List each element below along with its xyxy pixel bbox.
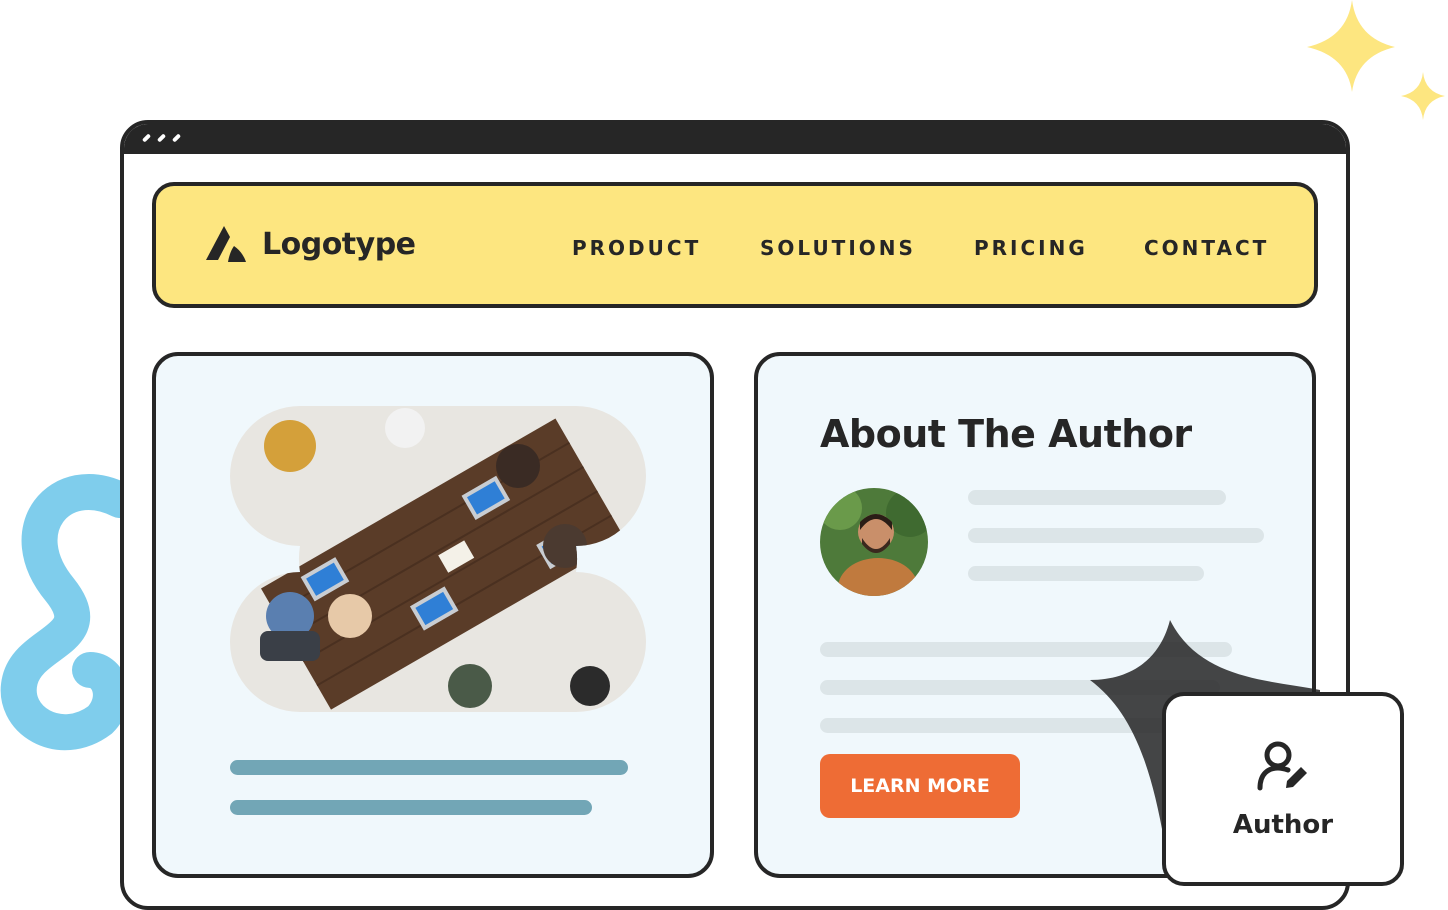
nav-item-pricing[interactable]: PRICING <box>974 236 1088 260</box>
text-placeholder <box>968 528 1264 543</box>
window-dot[interactable] <box>156 133 167 143</box>
text-placeholder <box>230 800 592 815</box>
author-badge[interactable]: Author <box>1162 692 1404 886</box>
image-card <box>152 352 714 878</box>
text-placeholder <box>968 490 1226 505</box>
window-title-bar <box>124 124 1346 154</box>
logo-icon <box>206 226 246 262</box>
navbar: Logotype PRODUCT SOLUTIONS PRICING CONTA… <box>152 182 1318 308</box>
logo[interactable]: Logotype <box>204 222 416 266</box>
nav-item-solutions[interactable]: SOLUTIONS <box>760 236 916 260</box>
text-placeholder <box>968 566 1204 581</box>
team-meeting-photo <box>230 406 646 712</box>
squiggle-decoration <box>0 474 138 751</box>
about-author-title: About The Author <box>820 412 1192 456</box>
sparkle-decoration <box>1307 0 1445 120</box>
window-dot[interactable] <box>141 133 152 143</box>
user-edit-icon <box>1257 741 1307 791</box>
text-placeholder <box>230 760 628 775</box>
window-dot[interactable] <box>171 133 182 143</box>
nav-item-contact[interactable]: CONTACT <box>1144 236 1269 260</box>
logo-text: Logotype <box>262 226 416 262</box>
nav-item-product[interactable]: PRODUCT <box>572 236 701 260</box>
author-badge-label: Author <box>1232 810 1334 840</box>
window-controls <box>141 132 182 143</box>
author-avatar <box>820 488 928 596</box>
learn-more-button[interactable]: LEARN MORE <box>820 754 1020 818</box>
